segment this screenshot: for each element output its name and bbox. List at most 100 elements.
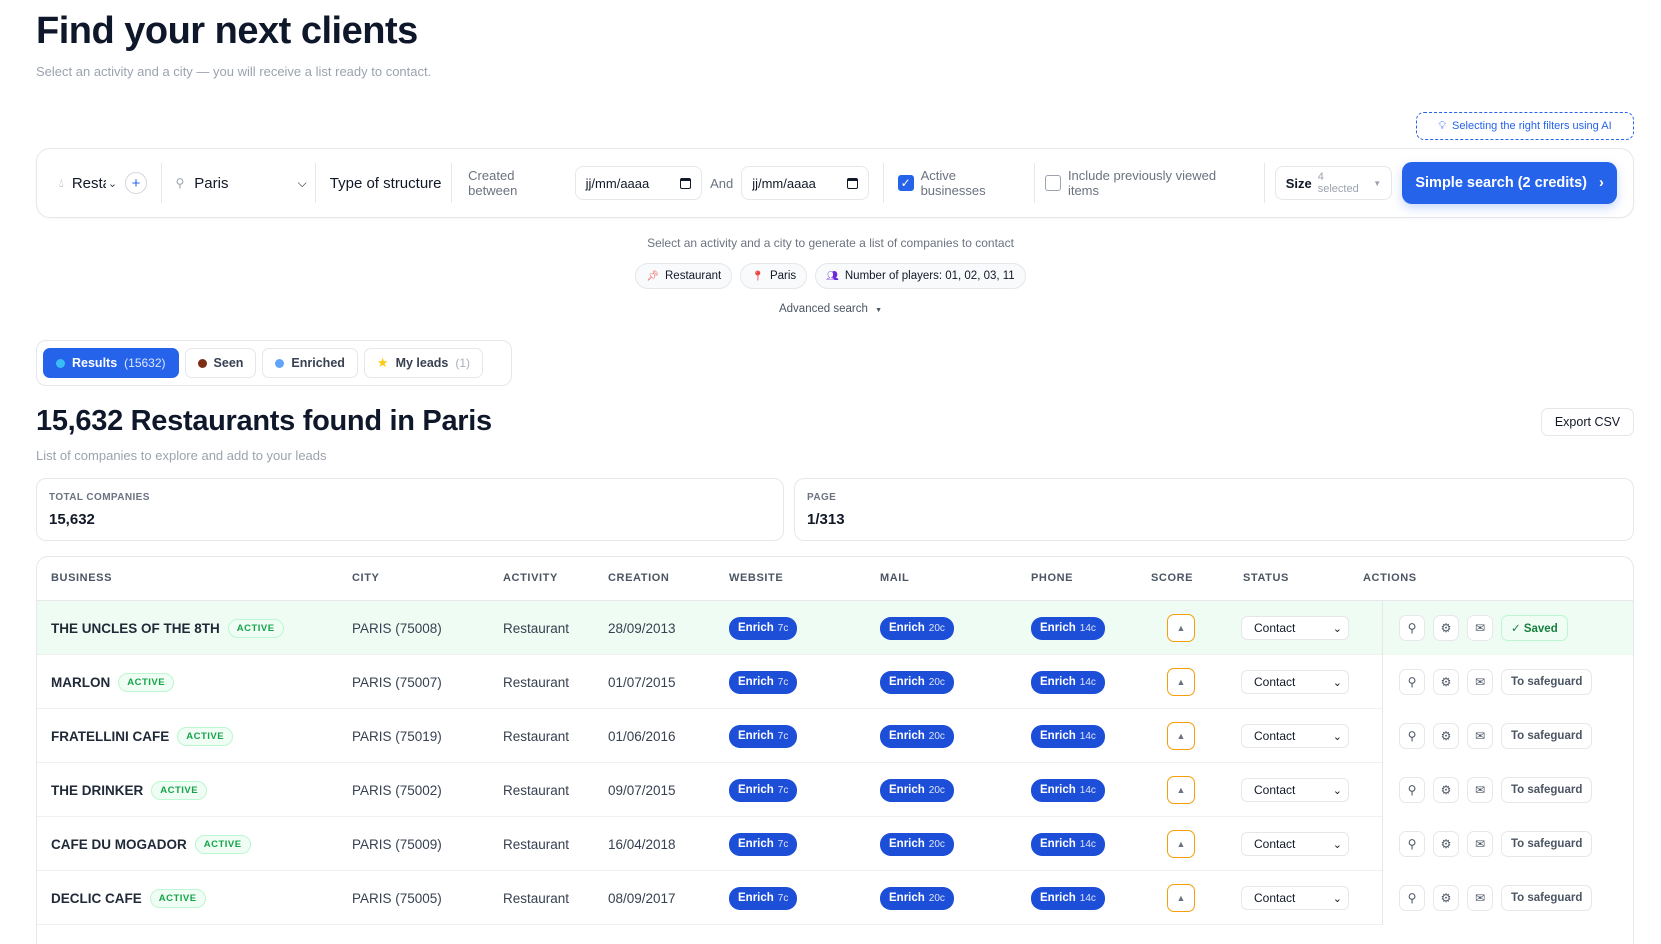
status-select[interactable]: Contact ⌄ — [1241, 724, 1349, 748]
tab-my-leads[interactable]: ★ My leads (1) — [363, 348, 484, 378]
column-header[interactable]: MAIL — [880, 572, 909, 584]
ai-filters-button[interactable]: 💡︎ Selecting the right filters using AI — [1416, 112, 1634, 140]
score-icon[interactable]: ▲ — [1167, 668, 1195, 696]
enrich-phone-button[interactable]: Enrich 14c — [1031, 670, 1105, 694]
score-icon[interactable]: ▲ — [1167, 776, 1195, 804]
enrich-phone-button[interactable]: Enrich 14c — [1031, 778, 1105, 802]
table-row[interactable]: THE UNCLES OF THE 8TH ACTIVE PARIS (7500… — [37, 601, 1633, 655]
business-cell[interactable]: THE DRINKER ACTIVE — [51, 763, 208, 817]
score-icon[interactable]: ▲ — [1167, 830, 1195, 858]
advanced-search-link[interactable]: Advanced search ▼ — [0, 303, 1661, 315]
search-icon[interactable]: ⚲ — [1399, 831, 1425, 857]
chip-activity[interactable]: 📌︎ Restaurant — [635, 263, 733, 289]
gear-icon[interactable]: ⚙︎ — [1433, 777, 1459, 803]
date-from-input[interactable]: jj/mm/aaaa — [574, 166, 703, 200]
size-select[interactable]: Size 4 selected ▼ — [1274, 166, 1393, 200]
column-header[interactable]: ACTIONS — [1363, 572, 1417, 584]
mail-icon[interactable]: ✉︎ — [1467, 615, 1493, 641]
enrich-mail-button[interactable]: Enrich 20c — [880, 670, 954, 694]
gear-icon[interactable]: ⚙︎ — [1433, 885, 1459, 911]
status-select[interactable]: Contact ⌄ — [1241, 832, 1349, 856]
search-icon[interactable]: ⚲ — [1399, 777, 1425, 803]
table-row[interactable]: FRATELLINI CAFE ACTIVE PARIS (75019) Res… — [37, 709, 1633, 763]
enrich-mail-button[interactable]: Enrich 20c — [880, 724, 954, 748]
tab-results[interactable]: Results (15632) — [43, 348, 179, 378]
checkbox-checked-icon[interactable]: ✓ — [897, 175, 914, 191]
column-header[interactable]: ACTIVITY — [503, 572, 558, 584]
column-header[interactable]: BUSINESS — [51, 572, 112, 584]
tab-enriched[interactable]: Enriched — [262, 348, 358, 378]
active-businesses-checkbox[interactable]: ✓ Active businesses — [897, 168, 1024, 198]
enrich-mail-button[interactable]: Enrich 20c — [880, 616, 954, 640]
enrich-mail-button[interactable]: Enrich 20c — [880, 778, 954, 802]
activity-select[interactable]: 💧︎ Restaurant ⌄ + — [53, 161, 153, 205]
gear-icon[interactable]: ⚙︎ — [1433, 669, 1459, 695]
enrich-website-button[interactable]: Enrich 7c — [729, 616, 798, 640]
calendar-icon[interactable] — [680, 177, 692, 189]
business-cell[interactable]: DECLIC CAFE ACTIVE — [51, 871, 206, 925]
date-to-input[interactable]: jj/mm/aaaa — [741, 166, 869, 200]
status-select[interactable]: Contact ⌄ — [1241, 778, 1349, 802]
previously-viewed-checkbox[interactable]: Include previously viewed items — [1045, 168, 1250, 198]
mail-icon[interactable]: ✉︎ — [1467, 831, 1493, 857]
business-name[interactable]: CAFE DU MOGADOR — [51, 837, 187, 852]
enrich-phone-button[interactable]: Enrich 14c — [1031, 616, 1105, 640]
status-select[interactable]: Contact ⌄ — [1241, 886, 1349, 910]
column-header[interactable]: CITY — [352, 572, 379, 584]
business-name[interactable]: THE DRINKER — [51, 783, 143, 798]
mail-icon[interactable]: ✉︎ — [1467, 885, 1493, 911]
save-button[interactable]: ✓ Saved — [1501, 615, 1568, 641]
enrich-phone-button[interactable]: Enrich 14c — [1031, 832, 1105, 856]
business-name[interactable]: MARLON — [51, 675, 110, 690]
enrich-mail-button[interactable]: Enrich 20c — [880, 832, 954, 856]
table-row[interactable]: CAFE DU MOGADOR ACTIVE PARIS (75009) Res… — [37, 817, 1633, 871]
table-row[interactable]: DECLIC CAFE ACTIVE PARIS (75005) Restaur… — [37, 871, 1633, 925]
table-row[interactable]: THE DRINKER ACTIVE PARIS (75002) Restaur… — [37, 763, 1633, 817]
column-header[interactable]: STATUS — [1243, 572, 1289, 584]
search-icon[interactable]: ⚲ — [1399, 723, 1425, 749]
column-header[interactable]: PHONE — [1031, 572, 1073, 584]
business-cell[interactable]: FRATELLINI CAFE ACTIVE — [51, 709, 234, 763]
enrich-website-button[interactable]: Enrich 7c — [729, 724, 798, 748]
enrich-phone-button[interactable]: Enrich 14c — [1031, 886, 1105, 910]
score-icon[interactable]: ▲ — [1167, 722, 1195, 750]
business-name[interactable]: THE UNCLES OF THE 8TH — [51, 621, 220, 636]
table-row[interactable]: MARLON ACTIVE PARIS (75007) Restaurant 0… — [37, 655, 1633, 709]
search-icon[interactable]: ⚲ — [1399, 669, 1425, 695]
save-button[interactable]: To safeguard — [1501, 885, 1593, 911]
enrich-website-button[interactable]: Enrich 7c — [729, 832, 798, 856]
search-icon[interactable]: ⚲ — [1399, 885, 1425, 911]
structure-type-select[interactable]: Type of structure — [324, 161, 443, 205]
save-button[interactable]: To safeguard — [1501, 723, 1593, 749]
enrich-phone-button[interactable]: Enrich 14c — [1031, 724, 1105, 748]
add-activity-button[interactable]: + — [125, 172, 148, 194]
search-icon[interactable]: ⚲ — [1399, 615, 1425, 641]
enrich-mail-button[interactable]: Enrich 20c — [880, 886, 954, 910]
business-name[interactable]: FRATELLINI CAFE — [51, 729, 169, 744]
gear-icon[interactable]: ⚙︎ — [1433, 723, 1459, 749]
mail-icon[interactable]: ✉︎ — [1467, 777, 1493, 803]
business-cell[interactable]: MARLON ACTIVE — [51, 655, 175, 709]
gear-icon[interactable]: ⚙︎ — [1433, 615, 1459, 641]
enrich-website-button[interactable]: Enrich 7c — [729, 670, 798, 694]
business-cell[interactable]: CAFE DU MOGADOR ACTIVE — [51, 817, 251, 871]
chip-players[interactable]: 👥︎ Number of players: 01, 02, 03, 11 — [815, 263, 1026, 289]
tab-seen[interactable]: Seen — [184, 348, 257, 378]
column-header[interactable]: WEBSITE — [729, 572, 783, 584]
business-name[interactable]: DECLIC CAFE — [51, 891, 142, 906]
column-header[interactable]: SCORE — [1151, 572, 1193, 584]
save-button[interactable]: To safeguard — [1501, 831, 1593, 857]
calendar-icon[interactable] — [846, 177, 858, 189]
simple-search-button[interactable]: Simple search (2 credits) › — [1402, 162, 1618, 204]
chip-city[interactable]: 📍︎ Paris — [740, 263, 808, 289]
score-icon[interactable]: ▲ — [1167, 614, 1195, 642]
status-select[interactable]: Contact ⌄ — [1241, 616, 1349, 640]
status-select[interactable]: Contact ⌄ — [1241, 670, 1349, 694]
business-cell[interactable]: THE UNCLES OF THE 8TH ACTIVE — [51, 601, 284, 655]
score-icon[interactable]: ▲ — [1167, 884, 1195, 912]
checkbox-unchecked-icon[interactable] — [1045, 175, 1061, 191]
enrich-website-button[interactable]: Enrich 7c — [729, 886, 798, 910]
save-button[interactable]: To safeguard — [1501, 777, 1593, 803]
column-header[interactable]: CREATION — [608, 572, 669, 584]
mail-icon[interactable]: ✉︎ — [1467, 669, 1493, 695]
